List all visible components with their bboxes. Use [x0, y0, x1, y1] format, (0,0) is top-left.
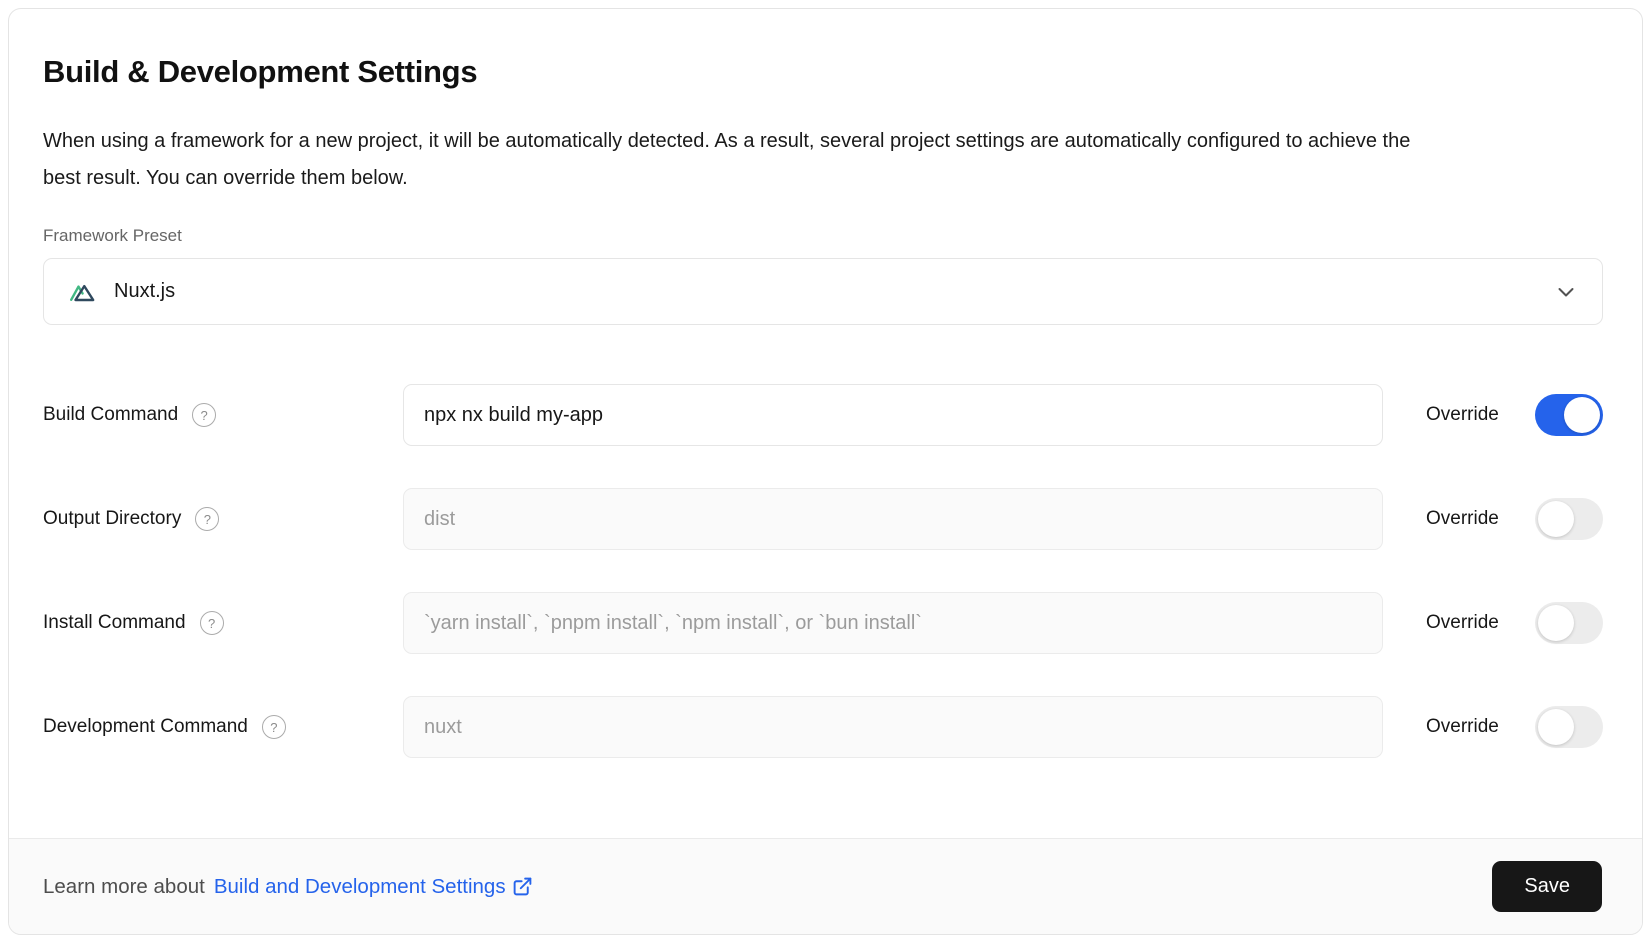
toggle-knob — [1564, 397, 1600, 433]
help-icon[interactable]: ? — [262, 715, 286, 739]
nuxt-logo-icon — [69, 281, 99, 303]
card-main: Build & Development Settings When using … — [9, 9, 1642, 838]
build-command-row: Build Command ? Override — [43, 384, 1603, 446]
development-command-label: Development Command ? — [43, 715, 403, 739]
save-button[interactable]: Save — [1492, 861, 1602, 912]
page-title: Build & Development Settings — [43, 54, 1603, 90]
development-command-row: Development Command ? Override — [43, 696, 1603, 758]
development-command-input — [403, 696, 1383, 758]
framework-preset-select[interactable]: Nuxt.js — [43, 258, 1603, 325]
learn-more-link-text: Build and Development Settings — [214, 875, 506, 899]
framework-preset-label: Framework Preset — [43, 226, 1603, 246]
toggle-knob — [1538, 709, 1574, 745]
card-description: When using a framework for a new project… — [43, 123, 1453, 197]
override-label: Override — [1426, 612, 1514, 634]
help-icon[interactable]: ? — [200, 611, 224, 635]
external-link-icon — [512, 876, 533, 897]
override-label: Override — [1426, 404, 1514, 426]
build-command-label: Build Command ? — [43, 403, 403, 427]
settings-rows: Build Command ? Override Output Director… — [43, 384, 1603, 758]
override-label: Override — [1426, 716, 1514, 738]
learn-more-link[interactable]: Build and Development Settings — [214, 875, 533, 899]
chevron-down-icon — [1554, 280, 1578, 304]
card-footer: Learn more about Build and Development S… — [9, 838, 1642, 934]
override-label: Override — [1426, 508, 1514, 530]
output-directory-label-text: Output Directory — [43, 508, 181, 530]
install-command-label: Install Command ? — [43, 611, 403, 635]
framework-selected-option: Nuxt.js — [69, 280, 175, 303]
development-command-override-toggle[interactable] — [1535, 706, 1603, 748]
help-icon[interactable]: ? — [195, 507, 219, 531]
build-command-input[interactable] — [403, 384, 1383, 446]
output-directory-override-toggle[interactable] — [1535, 498, 1603, 540]
build-settings-card: Build & Development Settings When using … — [8, 8, 1643, 935]
output-directory-input — [403, 488, 1383, 550]
output-directory-label: Output Directory ? — [43, 507, 403, 531]
build-command-override-toggle[interactable] — [1535, 394, 1603, 436]
install-command-row: Install Command ? Override — [43, 592, 1603, 654]
development-command-label-text: Development Command — [43, 716, 248, 738]
output-directory-row: Output Directory ? Override — [43, 488, 1603, 550]
framework-selected-value: Nuxt.js — [114, 280, 175, 303]
help-icon[interactable]: ? — [192, 403, 216, 427]
build-command-label-text: Build Command — [43, 404, 178, 426]
page: Build & Development Settings When using … — [0, 0, 1649, 943]
install-command-override-toggle[interactable] — [1535, 602, 1603, 644]
toggle-knob — [1538, 501, 1574, 537]
install-command-input — [403, 592, 1383, 654]
install-command-label-text: Install Command — [43, 612, 186, 634]
toggle-knob — [1538, 605, 1574, 641]
learn-more-prefix: Learn more about — [43, 875, 205, 899]
learn-more: Learn more about Build and Development S… — [43, 875, 533, 899]
